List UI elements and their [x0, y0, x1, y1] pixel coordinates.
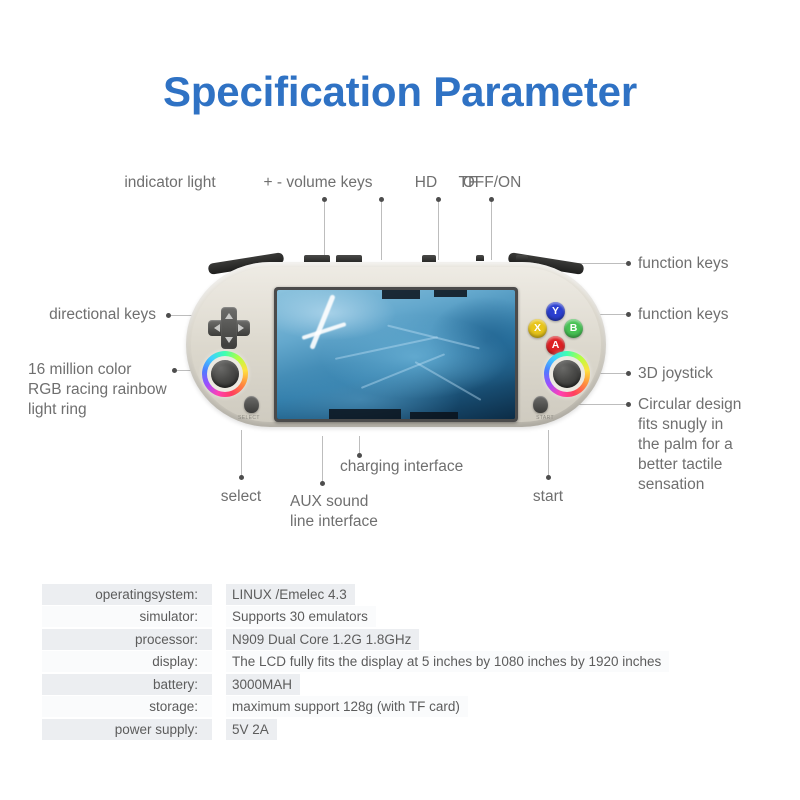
- spec-value-cell: 5V 2A: [226, 718, 758, 741]
- spec-value-cell: Supports 30 emulators: [226, 606, 758, 629]
- spec-label-text: display:: [42, 651, 212, 673]
- leader-dot-start: [546, 475, 551, 480]
- select-button[interactable]: [244, 396, 259, 413]
- callout-circular-design: Circular design fits snugly in the palm …: [638, 396, 742, 493]
- joystick-cap-right[interactable]: [553, 360, 581, 388]
- wallpaper-band: [329, 409, 401, 419]
- specification-table: operatingsystem: LINUX /Emelec 4.3 simul…: [42, 583, 758, 741]
- spec-label-text: processor:: [42, 628, 212, 650]
- wallpaper-band: [434, 290, 468, 297]
- console-shell: Y X B A SELECT START: [186, 262, 606, 427]
- start-button-label: START: [536, 415, 554, 421]
- spec-value-cell: N909 Dual Core 1.2G 1.8GHz: [226, 628, 758, 651]
- callout-function-keys-top: function keys: [638, 255, 729, 272]
- callout-off-on: OFF/ON: [462, 174, 522, 191]
- leader-dot-aux-sound: [320, 481, 325, 486]
- spec-label-text: storage:: [42, 696, 212, 718]
- leader-dot-select: [239, 475, 244, 480]
- directional-pad[interactable]: [208, 307, 250, 349]
- spec-label-text: operatingsystem:: [42, 583, 212, 605]
- table-row: battery: 3000MAH: [42, 673, 758, 696]
- spec-label-cell: power supply:: [42, 718, 226, 741]
- screen-bezel: [274, 287, 518, 422]
- wallpaper-band: [381, 290, 420, 299]
- callout-volume-keys: + - volume keys: [263, 174, 373, 191]
- leader-dot-circular-design: [626, 402, 631, 407]
- dpad-right-arrow-icon[interactable]: [238, 324, 244, 332]
- button-b[interactable]: B: [564, 319, 583, 338]
- button-y[interactable]: Y: [546, 302, 565, 321]
- callout-function-keys-face: function keys: [638, 306, 729, 323]
- callout-rgb-light-ring: 16 million color RGB racing rainbow ligh…: [28, 361, 167, 418]
- leader-line-aux-sound: [322, 436, 323, 481]
- spec-label-cell: simulator:: [42, 606, 226, 629]
- spec-label-cell: processor:: [42, 628, 226, 651]
- leader-dot-function-keys-face: [626, 312, 631, 317]
- spec-value-text: The LCD fully fits the display at 5 inch…: [226, 651, 670, 673]
- table-row: operatingsystem: LINUX /Emelec 4.3: [42, 583, 758, 606]
- spec-value-text: Supports 30 emulators: [226, 606, 376, 628]
- spec-value-cell: maximum support 128g (with TF card): [226, 696, 758, 719]
- callout-aux-sound: AUX sound line interface: [290, 493, 378, 530]
- specification-table-body: operatingsystem: LINUX /Emelec 4.3 simul…: [42, 583, 758, 741]
- dpad-down-arrow-icon[interactable]: [225, 337, 233, 343]
- start-button[interactable]: [533, 396, 548, 413]
- spec-value-text: N909 Dual Core 1.2G 1.8GHz: [226, 628, 420, 650]
- callout-charging-interface: charging interface: [340, 458, 464, 475]
- callout-start: start: [532, 488, 564, 505]
- select-button-label: SELECT: [238, 415, 260, 421]
- wallpaper-band: [410, 412, 458, 419]
- dpad-up-arrow-icon[interactable]: [225, 313, 233, 319]
- joystick-cap-left[interactable]: [211, 360, 239, 388]
- left-joystick[interactable]: [202, 351, 248, 397]
- spec-value-cell: The LCD fully fits the display at 5 inch…: [226, 651, 758, 674]
- face-button-cluster: Y X B A: [528, 302, 584, 358]
- leader-dot-joystick-3d: [626, 371, 631, 376]
- tf-card-slot: [476, 255, 484, 261]
- callout-indicator-light: indicator light: [124, 174, 216, 191]
- lcd-screen: [277, 290, 515, 419]
- leader-dot-function-keys-top: [626, 261, 631, 266]
- table-row: simulator: Supports 30 emulators: [42, 606, 758, 629]
- page-title: Specification Parameter: [163, 68, 637, 115]
- spec-label-cell: battery:: [42, 673, 226, 696]
- handheld-game-console: Y X B A SELECT START: [186, 252, 606, 437]
- spec-label-cell: operatingsystem:: [42, 583, 226, 606]
- spec-label-text: simulator:: [42, 606, 212, 628]
- leader-dot-charging-interface: [357, 453, 362, 458]
- button-x[interactable]: X: [528, 319, 547, 338]
- spec-label-text: battery:: [42, 673, 212, 695]
- table-row: display: The LCD fully fits the display …: [42, 651, 758, 674]
- spec-value-text: LINUX /Emelec 4.3: [226, 583, 355, 605]
- spec-label-text: power supply:: [42, 718, 212, 740]
- spec-value-text: 3000MAH: [226, 673, 301, 695]
- right-joystick[interactable]: [544, 351, 590, 397]
- spec-value-text: maximum support 128g (with TF card): [226, 696, 468, 718]
- callout-directional-keys: directional keys: [49, 306, 156, 323]
- callout-joystick-3d: 3D joystick: [638, 365, 713, 382]
- spec-label-cell: storage:: [42, 696, 226, 719]
- leader-line-charging-interface: [359, 436, 360, 453]
- spec-value-cell: 3000MAH: [226, 673, 758, 696]
- dpad-left-arrow-icon[interactable]: [214, 324, 220, 332]
- table-row: processor: N909 Dual Core 1.2G 1.8GHz: [42, 628, 758, 651]
- table-row: storage: maximum support 128g (with TF c…: [42, 696, 758, 719]
- table-row: power supply: 5V 2A: [42, 718, 758, 741]
- spec-value-text: 5V 2A: [226, 718, 277, 740]
- spec-label-cell: display:: [42, 651, 226, 674]
- power-switch[interactable]: [516, 255, 528, 261]
- spec-value-cell: LINUX /Emelec 4.3: [226, 583, 758, 606]
- callout-select: select: [220, 488, 262, 505]
